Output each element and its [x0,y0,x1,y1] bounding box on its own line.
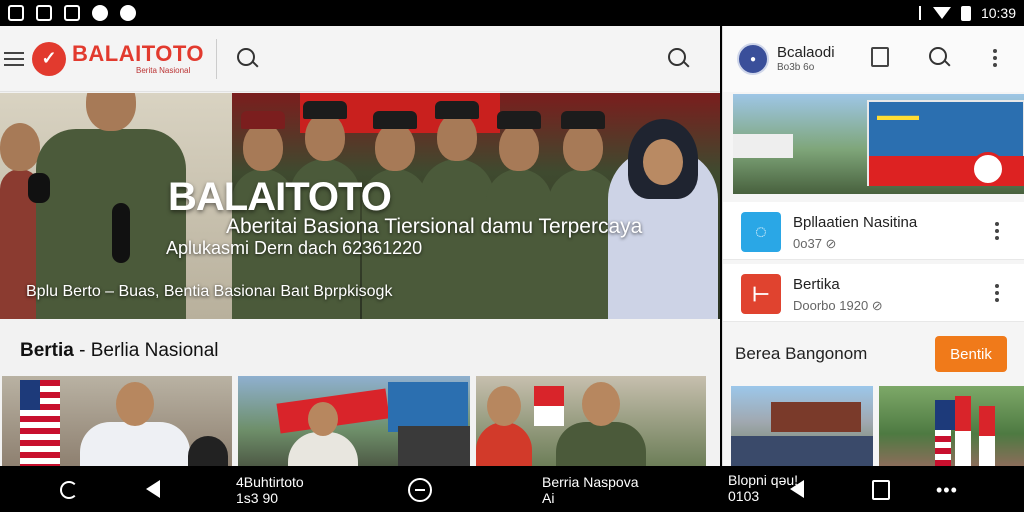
home-icon[interactable] [408,478,432,502]
flag-image [955,396,971,466]
microphone-icon [112,203,130,263]
signboard-image [388,382,468,432]
menu-icon [918,6,923,20]
logo-check-icon: ✓ [32,41,66,76]
news-thumbnail[interactable] [2,376,232,466]
section-title: Berea Bangonom [735,344,868,363]
right-app-pane: ● Bcalaodi Bo3b 6o ▬▬▬ ◌ Bpllaatien Nasi… [722,26,1024,466]
hero-subtitle-2: Aplukasmi Dern dach 62361220 [166,238,423,258]
navigation-bar: 4Buhtirtoto 1s3 90 Berria Naspova Ai Blo… [0,466,1024,512]
list-item[interactable]: ◌ Bpllaatien Nasitina 0o37 ⊘ [723,202,1024,260]
list-item-meta: Doorbo 1920 ⊘ [793,298,883,313]
profile-handle: Bo3b 6o [777,61,815,73]
news-photo[interactable] [879,386,1024,466]
soldier-image [486,111,552,319]
nav-label[interactable]: Blopni qəu! 0103 [728,472,798,504]
brand-tagline: Berita Nasional [136,65,191,75]
image-icon [36,5,52,21]
officer-image [556,382,646,466]
back-icon[interactable] [790,480,804,498]
chart-icon [64,5,80,21]
status-time: 10:39 [980,5,1016,21]
person-image [476,386,532,466]
search-icon[interactable] [668,48,690,70]
person-image [288,402,358,466]
list-item-meta: 0o37 ⊘ [793,236,837,251]
profile-name: Bcalaodi [777,44,835,62]
brand: BALAITOTO Berita Nasional [72,40,205,75]
list-item[interactable]: ⊢ Bertika Doorbo 1920 ⊘ [723,264,1024,322]
signboard-graphic: ▬▬▬ [877,107,919,123]
nav-label[interactable]: 4Buhtirtoto 1s3 90 [236,474,304,506]
location-icon [92,5,108,21]
soldier-image [420,101,494,319]
right-app-bar: ● Bcalaodi Bo3b 6o [723,26,1024,92]
person-image [188,436,228,466]
hamburger-menu-icon[interactable] [4,51,24,66]
us-flag-image [20,380,60,466]
search-icon[interactable] [237,47,259,70]
nav-label[interactable]: Berria Naspova Ai [542,474,639,506]
divider [216,38,218,79]
battery-icon [960,5,971,21]
more-options-icon[interactable] [995,284,999,302]
hero-subtitle: Aberitai Basiona Tiersional damu Terperc… [226,215,643,238]
more-options-icon[interactable] [993,49,997,67]
featured-banner[interactable]: ▬▬▬ [733,94,1024,194]
flag-image [935,400,955,466]
rotate-icon[interactable] [60,481,78,499]
list-item-title: Bpllaatien Nasitina [793,214,918,231]
wifi-icon [932,7,951,19]
image-icon [8,5,24,21]
news-thumbnails [2,376,718,466]
news-thumbnail[interactable] [238,376,470,466]
left-app-bar: ✓ BALAITOTO Berita Nasional [0,26,720,92]
microphone-icon [28,173,50,203]
avatar[interactable]: ● [737,43,769,75]
list-item-title: Bertika [793,276,840,293]
edit-icon[interactable] [871,47,889,67]
more-icon[interactable]: ••• [936,481,958,499]
left-app-pane: ✓ BALAITOTO Berita Nasional BALAITOTO Ab… [0,26,720,466]
brand-name: BALAITOTO [72,40,205,66]
signboard-image: ▬▬▬ [867,100,1024,186]
news-thumbnail[interactable] [476,376,706,466]
search-icon[interactable] [929,47,951,69]
more-options-icon[interactable] [995,222,999,240]
crowd-image [731,436,873,466]
building-image [733,134,793,158]
hero-caption: Bplu Berto – Buas, Bentia Basionaı Baıt … [26,283,393,300]
news-photo[interactable] [731,386,873,466]
building-image [771,402,861,432]
news-button[interactable]: Bentik [935,336,1007,372]
hero-banner[interactable]: BALAITOTO Aberitai Basiona Tiersional da… [0,93,720,319]
hero-title: BALAITOTO [168,175,392,219]
vpn-icon [120,5,136,21]
screen: 10:39 ✓ BALAITOTO Berita Nasional BALAIT… [0,0,1024,512]
flag-image [534,386,564,426]
status-bar: 10:39 [0,0,1024,26]
speaker-image [80,382,190,466]
section-title: Bertia - Berlia Nasional [20,340,219,361]
news-app-icon: ⊢ [741,274,781,314]
chat-app-icon: ◌ [741,212,781,252]
microphones-image [398,426,470,466]
back-icon[interactable] [146,480,160,498]
flag-image [979,406,995,466]
profile-block: Bcalaodi Bo3b 6o [777,45,835,73]
recent-apps-icon[interactable] [872,480,890,500]
